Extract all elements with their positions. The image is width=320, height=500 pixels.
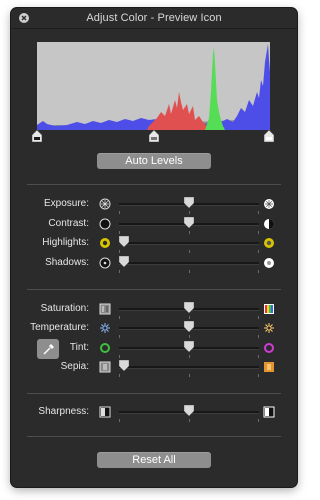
temperature-warm-icon xyxy=(264,323,274,333)
highlights-label: Highlights: xyxy=(42,237,89,248)
slider-tick xyxy=(258,419,259,422)
slider-ticks xyxy=(119,211,259,215)
slider-tick xyxy=(189,231,190,234)
tint-slider-thumb[interactable] xyxy=(184,341,194,352)
saturation-low-icon xyxy=(99,303,111,315)
slider-tick xyxy=(189,211,190,214)
slider-tick xyxy=(258,335,259,338)
slider-tick xyxy=(119,316,120,319)
eyedropper-icon xyxy=(43,344,54,355)
slider-tick xyxy=(258,231,259,234)
slider-tick xyxy=(258,374,259,377)
highlights-low-icon xyxy=(100,238,110,248)
eyedropper-button[interactable] xyxy=(37,339,59,359)
slider-tick xyxy=(189,270,190,273)
slider-tick xyxy=(189,316,190,319)
slider-tick xyxy=(258,316,259,319)
temperature-label: Temperature: xyxy=(30,322,89,333)
slider-tick xyxy=(119,374,120,377)
sharpness-low-icon xyxy=(99,406,111,418)
histogram-green-channel xyxy=(205,47,225,130)
white-point-handle[interactable] xyxy=(264,130,274,142)
slider-ticks xyxy=(119,419,259,423)
highlights-slider-thumb[interactable] xyxy=(119,236,129,247)
temperature-slider-thumb[interactable] xyxy=(184,321,194,332)
slider-tick xyxy=(258,355,259,358)
sharpness-slider-thumb[interactable] xyxy=(184,405,194,416)
slider-ticks xyxy=(119,316,259,320)
slider-tick xyxy=(119,270,120,273)
slider-tick xyxy=(189,419,190,422)
exposure-low-icon xyxy=(99,198,111,210)
saturation-slider-thumb[interactable] xyxy=(184,302,194,313)
shadows-slider-thumb[interactable] xyxy=(119,256,129,267)
shadows-low-icon xyxy=(99,257,111,269)
tint-label: Tint: xyxy=(69,342,89,353)
slider-ticks xyxy=(119,355,259,359)
slider-tick xyxy=(119,250,120,253)
shadows-slider-track[interactable] xyxy=(119,262,259,265)
saturation-high-icon xyxy=(264,304,274,314)
separator xyxy=(27,184,281,185)
reset-all-button[interactable]: Reset All xyxy=(97,452,211,468)
exposure-high-icon xyxy=(264,199,274,209)
contrast-high-icon xyxy=(264,219,274,229)
slider-tick xyxy=(119,231,120,234)
sharpness-label: Sharpness: xyxy=(38,406,89,417)
gamma-handle[interactable] xyxy=(149,130,159,142)
slider-ticks xyxy=(119,231,259,235)
slider-tick xyxy=(258,270,259,273)
slider-ticks xyxy=(119,374,259,378)
histogram-blue-channel xyxy=(37,44,270,130)
slider-tick xyxy=(258,211,259,214)
adjust-color-window: Adjust Color - Preview Icon Auto Levels … xyxy=(11,8,297,487)
sepia-slider-track[interactable] xyxy=(119,366,259,369)
temperature-cool-icon xyxy=(100,323,110,333)
shadows-label: Shadows: xyxy=(45,257,89,268)
slider-tick xyxy=(119,335,120,338)
separator xyxy=(27,436,281,437)
window-title: Adjust Color - Preview Icon xyxy=(86,12,222,24)
highlights-high-icon xyxy=(264,238,274,248)
contrast-low-icon xyxy=(99,218,111,230)
title-bar: Adjust Color - Preview Icon xyxy=(11,8,297,29)
slider-tick xyxy=(119,419,120,422)
contrast-slider-thumb[interactable] xyxy=(184,217,194,228)
histogram xyxy=(37,42,270,130)
slider-tick xyxy=(189,355,190,358)
slider-tick xyxy=(258,250,259,253)
sepia-label: Sepia: xyxy=(60,361,89,372)
contrast-label: Contrast: xyxy=(48,218,89,229)
exposure-slider-thumb[interactable] xyxy=(184,197,194,208)
sepia-low-icon xyxy=(99,361,111,373)
sepia-high-icon xyxy=(264,362,274,372)
sharpness-high-icon xyxy=(263,406,275,418)
saturation-label: Saturation: xyxy=(40,303,89,314)
tint-green-icon xyxy=(100,343,110,353)
histogram-plot xyxy=(37,44,270,130)
slider-ticks xyxy=(119,270,259,274)
slider-tick xyxy=(189,335,190,338)
slider-tick xyxy=(119,355,120,358)
tint-magenta-icon xyxy=(264,343,274,353)
slider-tick xyxy=(189,250,190,253)
sepia-slider-thumb[interactable] xyxy=(119,360,129,371)
auto-levels-button[interactable]: Auto Levels xyxy=(97,153,211,169)
shadows-high-icon xyxy=(264,258,274,268)
exposure-label: Exposure: xyxy=(43,198,89,209)
highlights-slider-track[interactable] xyxy=(119,242,259,245)
slider-tick xyxy=(119,211,120,214)
slider-tick xyxy=(189,374,190,377)
separator xyxy=(27,289,281,290)
slider-ticks xyxy=(119,250,259,254)
histogram-red-channel xyxy=(147,92,211,130)
separator xyxy=(27,393,281,394)
black-point-handle[interactable] xyxy=(32,130,42,142)
slider-ticks xyxy=(119,335,259,339)
